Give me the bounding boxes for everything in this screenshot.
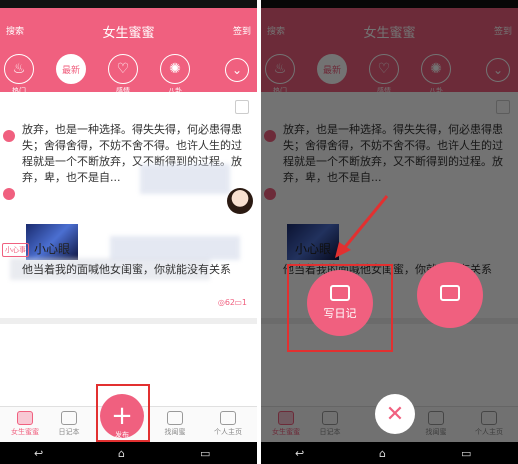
gossip-icon[interactable]: ✺: [160, 54, 190, 84]
view-count: ◎62: [217, 298, 235, 307]
blurred-region: [110, 236, 240, 260]
arrow-shaft: [339, 195, 389, 253]
profile-icon: [220, 411, 236, 425]
tab-diary[interactable]: 日记本: [44, 411, 94, 437]
screenshot-root: 搜索 女生蜜蜜 签到 ♨ 热门 最新 ♡ 感情 ✺ 八卦 ⌄ 放弃，也是一种选择…: [0, 0, 518, 464]
home-nav-icon[interactable]: ⌂: [379, 447, 386, 460]
highlight-box: [287, 264, 393, 352]
diary-icon: [61, 411, 77, 425]
post-text[interactable]: 他当着我的面喊他女闺蜜，你就能没有关系: [22, 262, 252, 278]
category-tag: 小心事: [2, 243, 29, 257]
blurred-region: [140, 164, 230, 194]
system-nav-bar: ↩ ⌂ ▭: [261, 442, 518, 464]
tab-home[interactable]: 女生蜜蜜: [0, 411, 50, 437]
recents-icon[interactable]: ▭: [461, 447, 471, 460]
tab-profile[interactable]: 个人主页: [203, 411, 253, 437]
app-header: 搜索 女生蜜蜜 签到 ♨ 热门 最新 ♡ 感情 ✺ 八卦 ⌄: [0, 8, 257, 95]
signin-button[interactable]: 签到: [233, 24, 251, 37]
app-title: 女生蜜蜜: [102, 26, 155, 41]
home-nav-icon[interactable]: ⌂: [118, 447, 125, 460]
home-icon: [17, 411, 33, 425]
post-title[interactable]: 小心眼: [34, 240, 70, 257]
heart-note-button[interactable]: [417, 262, 483, 328]
left-phone-screen: 搜索 女生蜜蜜 签到 ♨ 热门 最新 ♡ 感情 ✺ 八卦 ⌄ 放弃，也是一种选择…: [0, 0, 257, 464]
heart-dot-icon: [3, 188, 15, 200]
tab-label: 女生蜜蜜: [11, 428, 39, 436]
tab-find-friend[interactable]: 找闺蜜: [150, 411, 200, 437]
new-icon[interactable]: 最新: [56, 54, 86, 84]
back-icon[interactable]: ↩: [295, 447, 304, 460]
chevron-down-icon[interactable]: ⌄: [225, 58, 249, 82]
pointer-arrow: [335, 195, 389, 258]
close-icon[interactable]: ✕: [375, 394, 415, 434]
right-phone-screen: 搜索 女生蜜蜜 签到 ♨ 热门 最新 ♡ 感情 ✺ 八卦 ⌄ 放弃，也是一种选择…: [261, 0, 518, 464]
system-nav-bar: ↩ ⌂ ▭: [0, 442, 257, 464]
category-bar: ♨ 热门 最新 ♡ 感情 ✺ 八卦 ⌄: [0, 52, 257, 95]
share-icon[interactable]: [235, 100, 249, 114]
comment-count-value: 1: [241, 298, 247, 307]
heart-icon[interactable]: ♡: [108, 54, 138, 84]
avatar[interactable]: [227, 188, 253, 214]
heart-icon: [167, 411, 183, 425]
comment-count: ▭1: [234, 298, 247, 307]
fire-icon[interactable]: ♨: [4, 54, 34, 84]
heart-dot-icon: [3, 130, 15, 142]
heart-card-icon: [440, 285, 460, 301]
tab-label: 个人主页: [214, 428, 242, 436]
tab-label: 找闺蜜: [164, 428, 186, 436]
recents-icon[interactable]: ▭: [200, 447, 210, 460]
back-icon[interactable]: ↩: [34, 447, 43, 460]
divider: [0, 318, 257, 324]
tab-label: 日记本: [58, 428, 80, 436]
status-bar: [0, 0, 257, 8]
highlight-box: [96, 384, 150, 442]
